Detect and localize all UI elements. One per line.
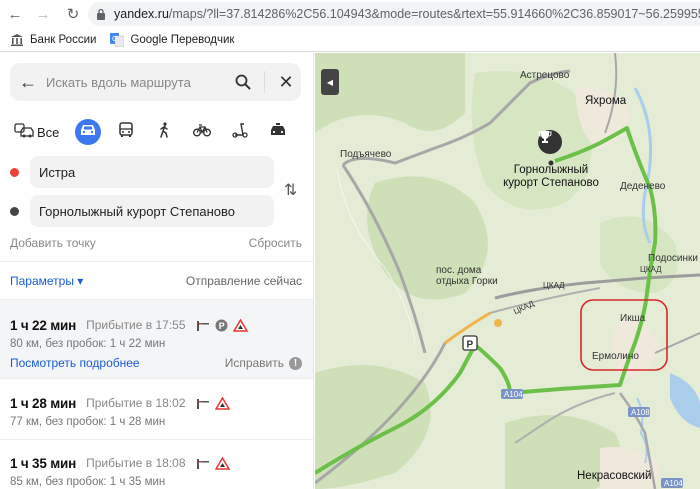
map-label-podosinki: Подосинки (648, 253, 698, 264)
car-icon (80, 123, 96, 141)
waypoint-actions: Добавить точку Сбросить (10, 236, 302, 250)
info-icon: ! (289, 356, 302, 370)
bookmark-bank-russia[interactable]: Банк России (10, 33, 96, 47)
close-icon[interactable]: ✕ (271, 72, 301, 93)
report-issue-button[interactable]: Исправить! (225, 356, 302, 370)
map-label-podyachevo: Подъячево (340, 149, 392, 160)
all-modes-icon (14, 122, 34, 142)
road-label-ckad: ЦКАД (640, 265, 662, 274)
bookmark-google-translate[interactable]: G Google Переводчик (110, 32, 235, 47)
route-time: 1 ч 22 мин (10, 317, 77, 333)
toll-road-icon (196, 457, 210, 469)
toll-road-icon (196, 397, 210, 409)
svg-text:P: P (467, 340, 474, 351)
mode-bicycle-button[interactable] (189, 119, 215, 145)
parking-icon: P (215, 319, 228, 332)
mode-taxi-button[interactable] (265, 119, 291, 145)
route-arrival: Прибытие в 18:08 (86, 456, 186, 470)
lock-icon (96, 8, 106, 20)
road-label-a104: А104 (664, 479, 683, 488)
bank-icon (10, 33, 24, 47)
transport-modes: Все (10, 119, 304, 145)
departure-select[interactable]: Отправление сейчас (186, 274, 302, 288)
pedestrian-icon (158, 121, 170, 143)
forward-arrow-icon[interactable]: → (32, 3, 54, 25)
search-input[interactable]: Искать вдоль маршрута (46, 75, 228, 90)
from-dot-icon (10, 167, 19, 177)
mode-car-button[interactable] (75, 119, 102, 145)
back-arrow-icon[interactable]: ← (4, 3, 26, 25)
url-path: /maps/?ll=37.814286%2C56.104943&mode=rou… (168, 7, 700, 21)
route-option-2[interactable]: 1 ч 28 мин Прибытие в 18:02 77 км, без п… (0, 379, 313, 439)
map-label-dedenevo: Деденево (620, 181, 666, 192)
waypoint-to: Горнолыжный курорт Степаново (10, 194, 274, 228)
road-label-ckad: ЦКАД (543, 281, 565, 290)
map-label-yakhroma: Яхрома (585, 95, 627, 107)
road-label-a108: А108 (631, 408, 650, 417)
mode-bus-button[interactable] (113, 119, 139, 145)
mode-scooter-button[interactable] (227, 119, 253, 145)
reset-link[interactable]: Сбросить (249, 236, 302, 250)
road-works-icon (232, 318, 248, 332)
road-works-icon (214, 456, 230, 470)
svg-text:P: P (218, 321, 224, 331)
mode-walk-button[interactable] (151, 119, 177, 145)
route-panel: ← Искать вдоль маршрута ✕ Все Истра Горн… (0, 53, 314, 489)
route-details: 80 км, без пробок: 1 ч 22 мин (10, 338, 166, 350)
taxi-icon (270, 123, 286, 141)
route-details: 85 км, без пробок: 1 ч 35 мин (10, 476, 166, 488)
from-field[interactable]: Истра (30, 156, 274, 188)
map-label-gorki: пос. дома отдыха Горки (436, 265, 498, 287)
waypoint-from: Истра (10, 155, 274, 189)
route-option-3[interactable]: 1 ч 35 мин Прибытие в 18:08 85 км, без п… (0, 440, 313, 489)
bus-icon (119, 121, 134, 143)
mode-all-button[interactable]: Все (10, 119, 65, 145)
to-dot-icon (10, 206, 19, 216)
map-label-ermolino: Ермолино (592, 351, 639, 362)
bookmark-label: Банк России (30, 33, 97, 46)
back-arrow-icon[interactable]: ← (10, 72, 46, 93)
route-arrival: Прибытие в 17:55 (86, 318, 186, 332)
road-label-a104: А104 (504, 390, 523, 399)
map-label-iksha: Икша (620, 313, 646, 324)
bookmarks-bar: Банк России G Google Переводчик (0, 28, 700, 52)
mode-all-label: Все (37, 124, 60, 140)
params-row: Параметры ▾ Отправление сейчас (10, 274, 302, 288)
divider (264, 71, 265, 93)
route-time: 1 ч 28 мин (10, 395, 77, 411)
svg-text:G: G (112, 36, 117, 43)
route-details: 77 км, без пробок: 1 ч 28 мин (10, 416, 166, 428)
add-point-link[interactable]: Добавить точку (10, 236, 96, 250)
url-host: yandex.ru (114, 7, 169, 21)
route-option-1[interactable]: 1 ч 22 мин Прибытие в 17:55 P 80 км, без… (0, 300, 313, 378)
trophy-icon[interactable] (538, 130, 562, 154)
route-details-link[interactable]: Посмотреть подробнее (10, 356, 140, 370)
scooter-icon (232, 122, 249, 143)
address-bar[interactable]: yandex.ru/maps/?ll=37.814286%2C56.104943… (88, 2, 700, 26)
map-destination-label: Горнолыжный курорт Степаново (503, 164, 599, 189)
divider (0, 261, 313, 262)
browser-toolbar: ← → ↻ yandex.ru/maps/?ll=37.814286%2C56.… (0, 0, 700, 28)
bicycle-icon (193, 123, 212, 142)
map-view[interactable]: P ◀ Астрецово Яхрома Подъячево Деденево … (315, 53, 700, 489)
route-search-box[interactable]: ← Искать вдоль маршрута ✕ (10, 63, 301, 101)
translate-icon: G (110, 32, 125, 47)
bookmark-label: Google Переводчик (130, 33, 235, 46)
swap-icon[interactable]: ⇅ (284, 180, 297, 200)
toll-road-icon (196, 319, 210, 331)
params-dropdown[interactable]: Параметры ▾ (10, 274, 83, 288)
reload-icon[interactable]: ↻ (62, 3, 84, 25)
report-issue-label: Исправить (224, 356, 284, 370)
collapse-panel-button[interactable]: ◀ (321, 69, 339, 95)
road-works-icon (214, 396, 230, 410)
route-time: 1 ч 35 мин (10, 455, 77, 471)
map-label-astretsovo: Астрецово (520, 70, 570, 81)
search-icon[interactable] (228, 74, 258, 90)
route-arrival: Прибытие в 18:02 (86, 396, 186, 410)
to-field[interactable]: Горнолыжный курорт Степаново (30, 195, 274, 227)
map-label-nekrasovsky: Некрасовский (577, 470, 652, 482)
